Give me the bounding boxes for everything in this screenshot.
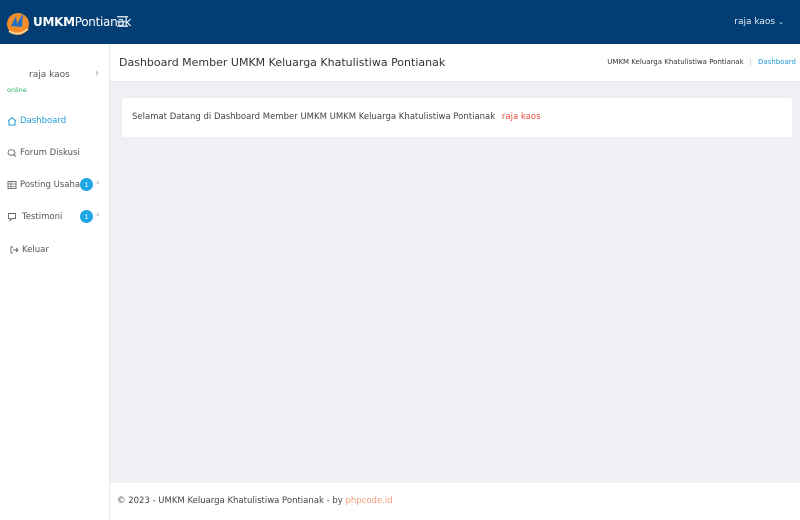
testimoni-badge: 1 [80,210,93,223]
breadcrumb-home-link[interactable]: UMKM Keluarga Khatulistiwa Pontianak [607,58,743,66]
welcome-card: Selamat Datang di Dashboard Member UMKM … [122,98,792,137]
sidebar-item-dashboard[interactable]: Dashboard [0,110,110,132]
logout-icon [9,245,19,255]
sidebar: raja kaos › online Dashboard Forum Disku… [0,44,110,520]
grid-icon [7,180,17,190]
sidebar-item-label: Testimoni [22,212,63,222]
chevron-down-icon: ⌄ [778,18,784,26]
home-icon [7,116,17,126]
sidebar-item-forum-diskusi[interactable]: Forum Diskusi [0,142,110,164]
sidebar-user-name: raja kaos [29,70,70,80]
chevron-right-icon: › [95,68,99,79]
comment-icon [7,212,17,222]
footer-copyright-text: © 2023 - UMKM Keluarga Khatulistiwa Pont… [117,496,346,506]
footer-link[interactable]: phpcode.id [346,496,393,506]
brand-logo-icon [7,13,29,35]
breadcrumb-current: Dashboard [758,58,796,66]
welcome-text: Selamat Datang di Dashboard Member UMKM … [132,112,496,122]
user-dropdown[interactable]: raja kaos ⌄ [734,0,784,44]
sidebar-item-label: Keluar [22,245,49,255]
posting-usaha-badge: 1 [80,178,93,191]
page-title: Dashboard Member UMKM Keluarga Khatulist… [119,56,446,69]
top-navbar: UMKMPontianak ☰ raja kaos ⌄ [0,0,800,44]
welcome-user-name: raja kaos [501,112,541,122]
chevron-right-icon: › [96,178,100,188]
breadcrumb: UMKM Keluarga Khatulistiwa Pontianak | D… [607,58,796,66]
user-dropdown-name: raja kaos [734,17,776,27]
footer-copyright: © 2023 - UMKM Keluarga Khatulistiwa Pont… [117,496,393,506]
sidebar-item-label: Posting Usaha [20,180,81,190]
sidebar-user-panel[interactable]: raja kaos › online [0,44,109,100]
sidebar-item-label: Forum Diskusi [20,148,80,158]
chevron-right-icon: › [96,210,100,220]
welcome-message: Selamat Datang di Dashboard Member UMKM … [132,112,541,122]
sidebar-item-keluar[interactable]: Keluar [0,239,110,261]
sidebar-item-posting-usaha[interactable]: Posting Usaha 1 › [0,174,110,196]
sidebar-item-testimoni[interactable]: Testimoni 1 › [0,206,110,228]
sidebar-item-label: Dashboard [20,116,67,126]
page-footer: © 2023 - UMKM Keluarga Khatulistiwa Pont… [110,483,800,520]
page-header: Dashboard Member UMKM Keluarga Khatulist… [110,44,800,82]
online-status: online [7,86,27,94]
brand-logo-link[interactable]: UMKMPontianak [0,0,131,44]
menu-toggle-icon[interactable]: ☰ [116,14,129,30]
chat-icon [7,148,17,158]
breadcrumb-separator: | [749,58,753,66]
